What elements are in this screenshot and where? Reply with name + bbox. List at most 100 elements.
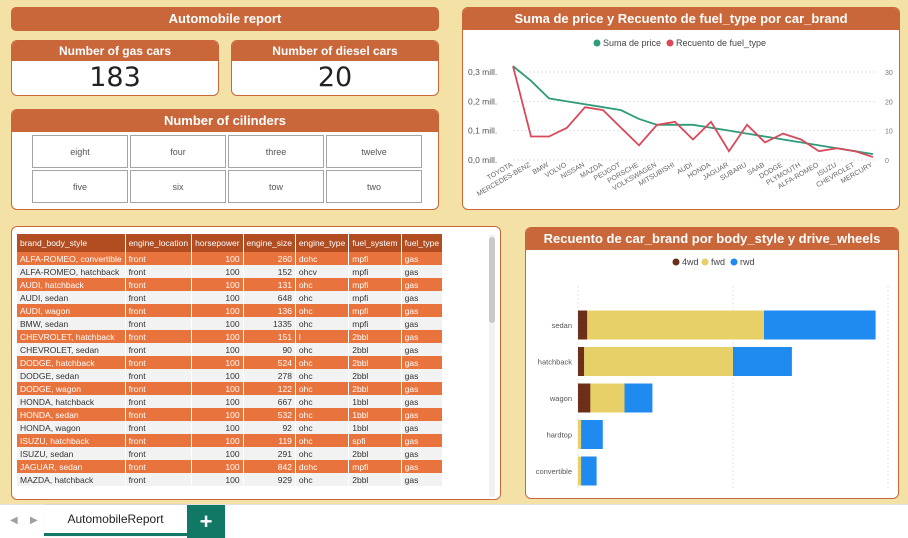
bar-segment[interactable] <box>578 420 582 449</box>
table-cell: mpfi <box>348 291 402 304</box>
table-cell: gas <box>401 421 444 434</box>
table-row[interactable]: AUDI, hatchback front 100 131 ohc mpfi gas <box>17 278 444 291</box>
table-row[interactable]: AUDI, sedan front 100 648 ohc mpfi gas <box>17 291 444 304</box>
column-header[interactable]: fuel_type <box>401 234 444 252</box>
tab-automobile-report[interactable]: AutomobileReport <box>44 505 187 536</box>
prev-page-arrow-icon[interactable]: ◀ <box>10 515 18 526</box>
body-style-bar-chart: Recuento de car_brand por body_style y d… <box>525 227 899 499</box>
y-left-tick-label: 0,1 mill. <box>468 126 497 136</box>
table-cell: mpfi <box>348 304 402 317</box>
legend-label: 4wd <box>682 257 699 267</box>
bar-segment[interactable] <box>590 383 625 413</box>
table-cell: gas <box>401 447 444 460</box>
table-cell: 100 <box>191 304 244 317</box>
table-row[interactable]: AUDI, wagon front 100 136 ohc mpfi gas <box>17 304 444 317</box>
legend-label: rwd <box>740 257 755 267</box>
cylinder-option[interactable]: tow <box>228 170 324 203</box>
next-page-arrow-icon[interactable]: ▶ <box>30 515 38 526</box>
table-row[interactable]: DODGE, wagon front 100 122 ohc 2bbl gas <box>17 382 444 395</box>
column-header[interactable]: engine_size <box>243 234 296 252</box>
table-cell: 278 <box>243 369 296 382</box>
table-cell: 667 <box>243 395 296 408</box>
column-header[interactable]: engine_type <box>295 234 350 252</box>
table-cell: gas <box>401 356 444 369</box>
table-cell: 100 <box>191 265 244 278</box>
table-row[interactable]: ALFA-ROMEO, convertible front 100 260 dohc mp… <box>17 252 444 265</box>
table-cell: HONDA, hatchback <box>17 395 126 408</box>
table-cell: front <box>125 395 193 408</box>
table-row[interactable]: MAZDA, hatchback front 100 929 ohc 2bbl gas <box>17 473 444 486</box>
table-cell: l <box>295 330 350 343</box>
table-cell: front <box>125 304 193 317</box>
table-cell: front <box>125 317 193 330</box>
bar-segment[interactable] <box>578 383 591 413</box>
table-cell: 100 <box>191 434 244 447</box>
table-cell: front <box>125 278 193 291</box>
table-cell: 100 <box>191 382 244 395</box>
y-tick-label: sedan <box>552 321 572 330</box>
table-cell: 2bbl <box>348 369 402 382</box>
bar-segment[interactable] <box>624 383 653 413</box>
cylinder-option[interactable]: two <box>326 170 422 203</box>
bar-segment[interactable] <box>587 310 764 340</box>
bar-segment[interactable] <box>733 347 792 376</box>
legend-marker <box>701 258 709 266</box>
cylinder-option[interactable]: twelve <box>326 135 422 168</box>
table-cell: 100 <box>191 252 244 265</box>
column-header[interactable]: engine_location <box>125 234 193 252</box>
table-row[interactable]: HONDA, sedan front 100 532 ohc 1bbl gas <box>17 408 444 421</box>
column-header[interactable]: brand_body_style <box>17 234 126 252</box>
cylinder-option[interactable]: three <box>228 135 324 168</box>
table-cell: 119 <box>243 434 296 447</box>
cylinder-option[interactable]: eight <box>32 135 128 168</box>
series-line <box>512 65 874 156</box>
table-row[interactable]: DODGE, hatchback front 100 524 ohc 2bbl gas <box>17 356 444 369</box>
bar-segment[interactable] <box>764 310 876 340</box>
table-cell: 842 <box>243 460 296 473</box>
table-cell: mpfi <box>348 317 402 330</box>
cylinder-option[interactable]: four <box>130 135 226 168</box>
table-cell: gas <box>401 343 444 356</box>
table-cell: 90 <box>243 343 296 356</box>
table-cell: gas <box>401 382 444 395</box>
table-cell: ISUZU, hatchback <box>17 434 126 447</box>
table-cell: 524 <box>243 356 296 369</box>
table-cell: 100 <box>191 343 244 356</box>
bar-segment[interactable] <box>578 347 585 376</box>
table-cell: 136 <box>243 304 296 317</box>
table-cell: ALFA-ROMEO, convertible <box>17 252 126 265</box>
table-row[interactable]: BMW, sedan front 100 1335 ohc mpfi gas <box>17 317 444 330</box>
cylinder-option[interactable]: six <box>130 170 226 203</box>
table-cell: ALFA-ROMEO, hatchback <box>17 265 126 278</box>
bar-segment[interactable] <box>581 420 603 449</box>
table-row[interactable]: DODGE, sedan front 100 278 ohc 2bbl gas <box>17 369 444 382</box>
table-cell: ohc <box>295 408 350 421</box>
bar-segment[interactable] <box>581 456 597 486</box>
table-cell: 100 <box>191 447 244 460</box>
cylinder-option[interactable]: five <box>32 170 128 203</box>
table-row[interactable]: CHEVROLET, hatchback front 100 151 l 2bbl gas <box>17 330 444 343</box>
legend-label: Suma de price <box>603 38 661 48</box>
column-header[interactable]: horsepower <box>191 234 244 252</box>
table-row[interactable]: ALFA-ROMEO, hatchback front 100 152 ohcv mpfi… <box>17 265 444 278</box>
bar-segment[interactable] <box>584 347 733 376</box>
table-cell: 100 <box>191 460 244 473</box>
bar-segment[interactable] <box>578 310 588 340</box>
table-row[interactable]: ISUZU, hatchback front 100 119 ohc spfi gas <box>17 434 444 447</box>
add-page-button[interactable]: + <box>187 505 225 538</box>
table-row[interactable]: HONDA, wagon front 100 92 ohc 1bbl gas <box>17 421 444 434</box>
table-row[interactable]: CHEVROLET, sedan front 100 90 ohc 2bbl gas <box>17 343 444 356</box>
table-row[interactable]: JAGUAR, sedan front 100 842 dohc mpfi gas <box>17 460 444 473</box>
table-cell: DODGE, sedan <box>17 369 126 382</box>
column-header[interactable]: fuel_system <box>348 234 402 252</box>
table-cell: front <box>125 408 193 421</box>
table-row[interactable]: ISUZU, sedan front 100 291 ohc 2bbl gas <box>17 447 444 460</box>
table-cell: CHEVROLET, sedan <box>17 343 126 356</box>
table-cell: ohc <box>295 304 350 317</box>
table-cell: 100 <box>191 421 244 434</box>
table-row[interactable]: HONDA, hatchback front 100 667 ohc 1bbl gas <box>17 395 444 408</box>
bar-segment[interactable] <box>578 456 582 486</box>
y-right-tick-label: 0 <box>885 158 889 165</box>
table-cell: gas <box>401 369 444 382</box>
table-scrollbar-thumb[interactable] <box>489 237 495 323</box>
